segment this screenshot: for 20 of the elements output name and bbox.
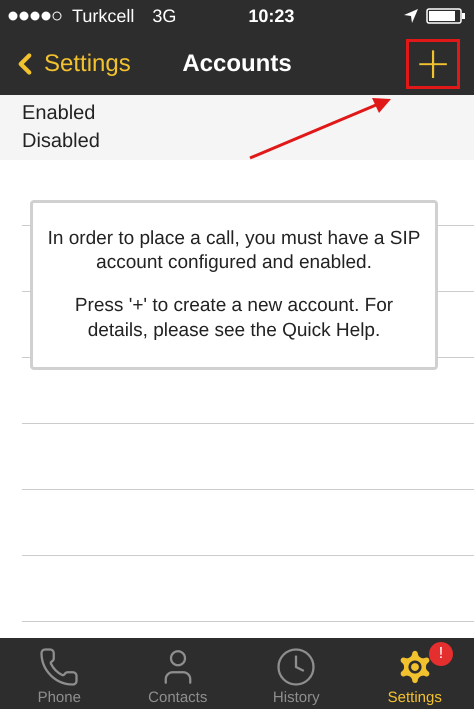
- message-text: Press '+' to create a new account. For details, please see the Quick Help.: [74, 294, 394, 343]
- message-text: In order to place a call, you must have a SIP account configured and enabled.: [47, 226, 421, 276]
- tab[interactable]: History: [237, 638, 356, 709]
- phone-icon: [38, 646, 80, 688]
- add-button[interactable]: +: [406, 38, 460, 88]
- tab[interactable]: Settings !: [356, 638, 474, 709]
- section-label: Disabled: [22, 130, 101, 154]
- location-icon: [404, 9, 418, 23]
- back-button[interactable]: Settings: [8, 46, 131, 80]
- tab[interactable]: Contacts: [118, 638, 237, 709]
- alert-badge: !: [428, 642, 453, 666]
- clock-time: 10:23: [248, 6, 294, 26]
- section-label: Enabled: [22, 102, 96, 125]
- tab[interactable]: Phone: [0, 638, 118, 709]
- nav-title: Accounts: [182, 50, 292, 78]
- signal-icon: [8, 11, 64, 21]
- battery-icon: [426, 8, 466, 24]
- clock-icon: [275, 646, 318, 688]
- carrier-label: Turkcell: [72, 6, 134, 26]
- network-label: 3G: [152, 6, 176, 26]
